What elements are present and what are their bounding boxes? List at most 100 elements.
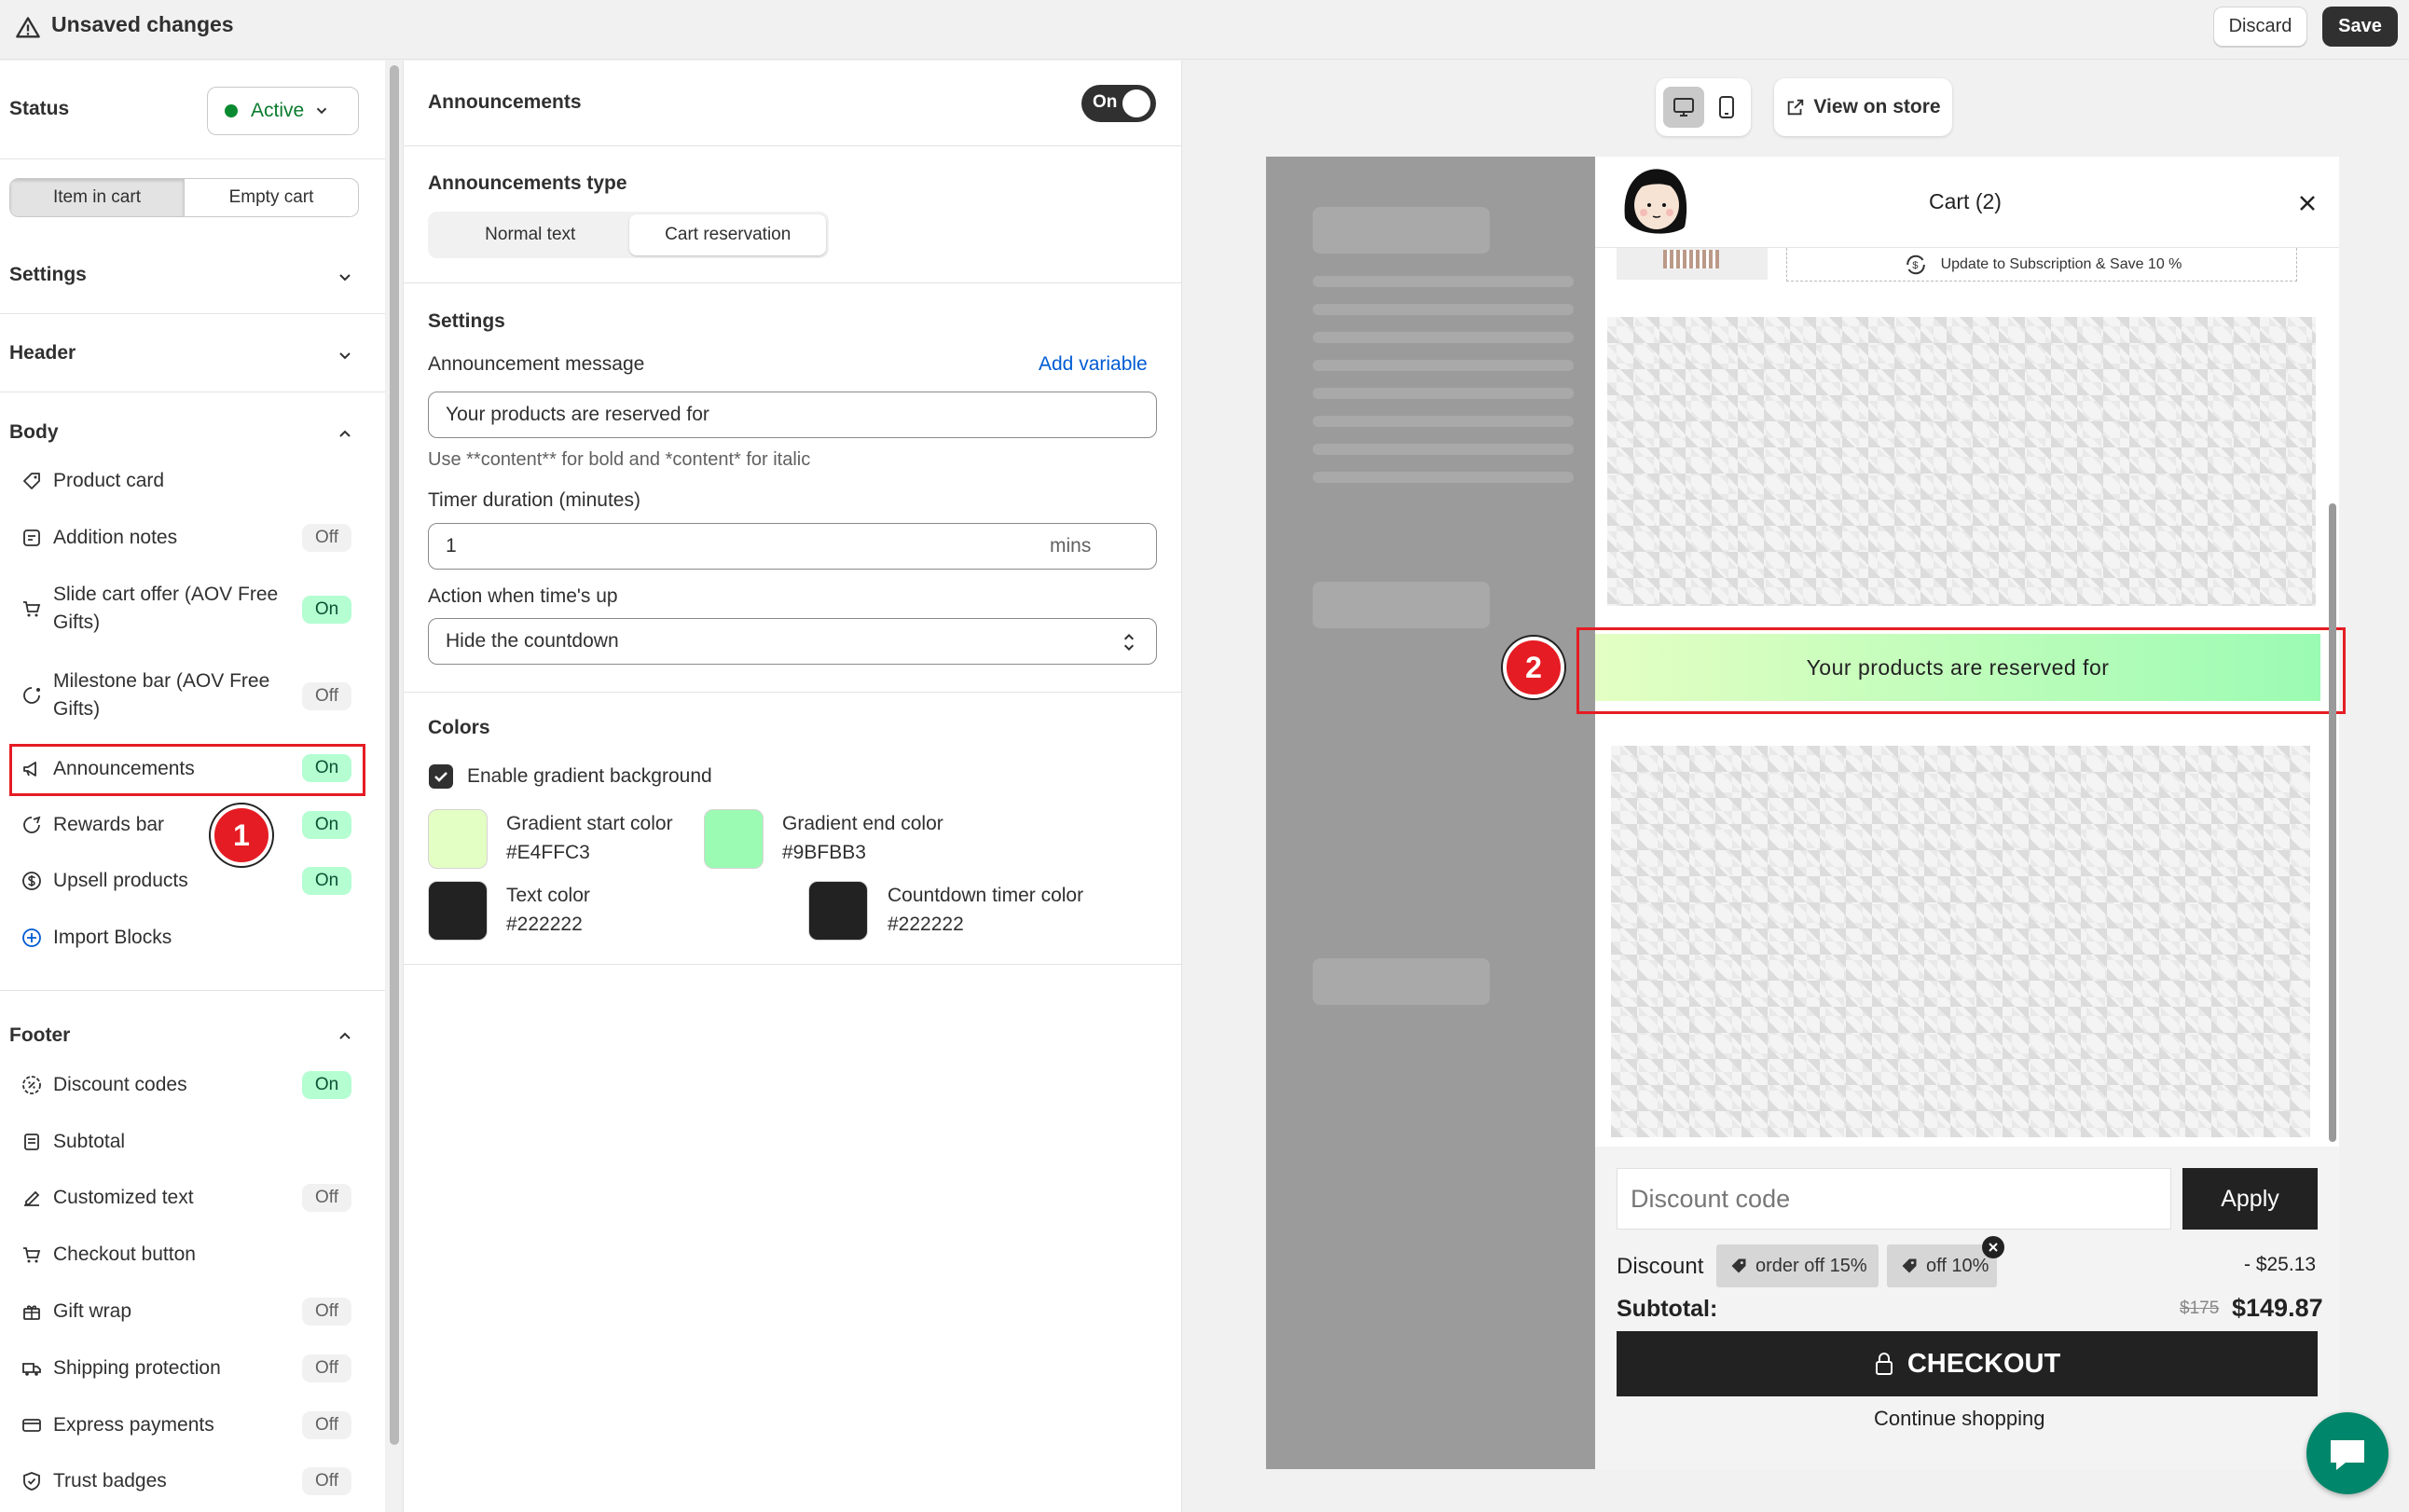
- gradient-start-swatch[interactable]: [428, 809, 488, 869]
- message-help-text: Use **content** for bold and *content* f…: [428, 449, 811, 470]
- action-label: Action when time's up: [428, 585, 618, 607]
- highlight-box-announcements: [9, 744, 365, 796]
- text-color-swatch[interactable]: [428, 881, 488, 941]
- chevron-up-icon[interactable]: [336, 424, 354, 443]
- status-value: Active: [251, 100, 305, 121]
- gradient-start-label: Gradient start color: [506, 813, 673, 834]
- save-button[interactable]: Save: [2322, 7, 2398, 47]
- credit-card-icon: [22, 1419, 41, 1432]
- chevron-up-icon[interactable]: [336, 1026, 354, 1045]
- countdown-color-swatch[interactable]: [808, 881, 868, 941]
- status-badge: Off: [302, 524, 351, 552]
- plus-circle-icon: [22, 928, 41, 947]
- footer-item-checkout-button[interactable]: Checkout button: [21, 1241, 365, 1269]
- gradient-end-value: #9BFBB3: [782, 842, 866, 863]
- lock-icon: [1875, 1353, 1893, 1375]
- annotation-marker-1: 1: [211, 804, 272, 866]
- blurred-product-list: [1607, 317, 2316, 606]
- footer-item-subtotal[interactable]: Subtotal: [21, 1128, 365, 1156]
- status-select[interactable]: Active: [207, 87, 359, 135]
- status-badge: Off: [302, 1354, 351, 1382]
- discount-tag[interactable]: off 10%: [1887, 1244, 1997, 1287]
- discount-code-input[interactable]: Discount code: [1617, 1168, 2171, 1230]
- cart-gift-icon: [23, 601, 41, 617]
- status-badge: Off: [302, 1184, 351, 1212]
- colors-heading: Colors: [428, 717, 490, 738]
- gift-icon: [23, 1305, 40, 1320]
- remove-discount-icon[interactable]: [1982, 1236, 2004, 1258]
- gradient-end-label: Gradient end color: [782, 813, 943, 834]
- status-badge: On: [302, 811, 351, 839]
- footer-section[interactable]: Footer: [9, 1024, 70, 1047]
- announcements-toggle[interactable]: On: [1081, 85, 1156, 122]
- add-variable-link[interactable]: Add variable: [1039, 353, 1148, 376]
- tag-icon: [1902, 1258, 1917, 1273]
- desktop-view-button[interactable]: [1663, 87, 1704, 128]
- warning-icon: [16, 17, 40, 38]
- status-label: Status: [9, 98, 70, 119]
- tab-item-in-cart[interactable]: Item in cart: [10, 179, 185, 216]
- dollar-circle-icon: [22, 872, 41, 890]
- store-page-backdrop: [1266, 157, 1595, 1469]
- desktop-icon: [1673, 98, 1694, 117]
- cart-title: Cart (2): [1929, 189, 2002, 213]
- announcements-type-segmented: Normal text Cart reservation: [428, 212, 829, 258]
- device-toggle: [1656, 78, 1751, 136]
- mobile-view-button[interactable]: [1708, 87, 1745, 128]
- highlight-box-announcement-bar: [1576, 627, 2346, 714]
- body-item-product-card[interactable]: Product card: [21, 467, 365, 495]
- apply-button[interactable]: Apply: [2182, 1168, 2318, 1230]
- edit-text-icon: [24, 1190, 40, 1206]
- view-on-store-button[interactable]: View on store: [1774, 78, 1952, 136]
- product-thumbnail: [1617, 248, 1768, 280]
- discount-tag[interactable]: order off 15%: [1716, 1244, 1879, 1287]
- chat-widget-button[interactable]: [2306, 1412, 2388, 1494]
- settings-heading: Settings: [428, 310, 505, 332]
- external-link-icon: [1788, 99, 1804, 116]
- check-icon: [434, 772, 447, 782]
- discount-icon: [22, 1076, 41, 1094]
- message-label: Announcement message: [428, 353, 645, 375]
- subscription-upgrade[interactable]: $ Update to Subscription & Save 10 %: [1786, 248, 2297, 282]
- status-badge: Off: [302, 1467, 351, 1495]
- svg-text:$: $: [1912, 259, 1919, 270]
- status-badge: On: [302, 1071, 351, 1099]
- continue-shopping-link[interactable]: Continue shopping: [1874, 1407, 2044, 1431]
- avatar: [1616, 162, 1694, 241]
- body-section[interactable]: Body: [9, 421, 59, 444]
- action-select[interactable]: Hide the countdown: [428, 618, 1157, 665]
- discount-amount: - $25.13: [2244, 1254, 2317, 1275]
- gradient-checkbox[interactable]: [429, 764, 453, 789]
- annotation-marker-2: 2: [1503, 637, 1564, 698]
- discard-button[interactable]: Discard: [2213, 7, 2307, 47]
- checkout-button[interactable]: CHECKOUT: [1617, 1331, 2318, 1396]
- text-color-label: Text color: [506, 885, 590, 906]
- header-section[interactable]: Header: [9, 342, 76, 364]
- tab-empty-cart[interactable]: Empty cart: [185, 179, 358, 216]
- subscription-icon: $: [1906, 254, 1925, 274]
- status-badge: On: [302, 867, 351, 895]
- cart-scrollbar[interactable]: [2329, 503, 2336, 1142]
- import-blocks-link[interactable]: Import Blocks: [21, 924, 365, 952]
- chevron-down-icon[interactable]: [336, 268, 354, 287]
- chevron-down-icon[interactable]: [336, 347, 354, 365]
- gradient-end-swatch[interactable]: [704, 809, 764, 869]
- announcement-message-input[interactable]: Your products are reserved for: [428, 392, 1157, 438]
- chevron-down-icon: [316, 107, 327, 115]
- type-option-normal-text[interactable]: Normal text: [431, 214, 629, 255]
- gradient-start-value: #E4FFC3: [506, 842, 590, 863]
- close-icon[interactable]: [2296, 192, 2319, 214]
- timer-label: Timer duration (minutes): [428, 489, 640, 511]
- countdown-color-label: Countdown timer color: [888, 885, 1084, 906]
- timer-duration-input[interactable]: 1 mins: [428, 523, 1157, 570]
- settings-section[interactable]: Settings: [9, 264, 87, 286]
- cart-icon: [23, 1247, 41, 1263]
- sidebar-scrollbar[interactable]: [390, 65, 399, 1445]
- countdown-color-value: #222222: [888, 914, 964, 935]
- original-price: $175: [2180, 1299, 2220, 1318]
- receipt-icon: [24, 1134, 39, 1150]
- announcements-type-label: Announcements type: [428, 172, 627, 194]
- note-icon: [23, 529, 40, 546]
- type-option-cart-reservation[interactable]: Cart reservation: [629, 214, 826, 255]
- timer-unit: mins: [1050, 535, 1092, 557]
